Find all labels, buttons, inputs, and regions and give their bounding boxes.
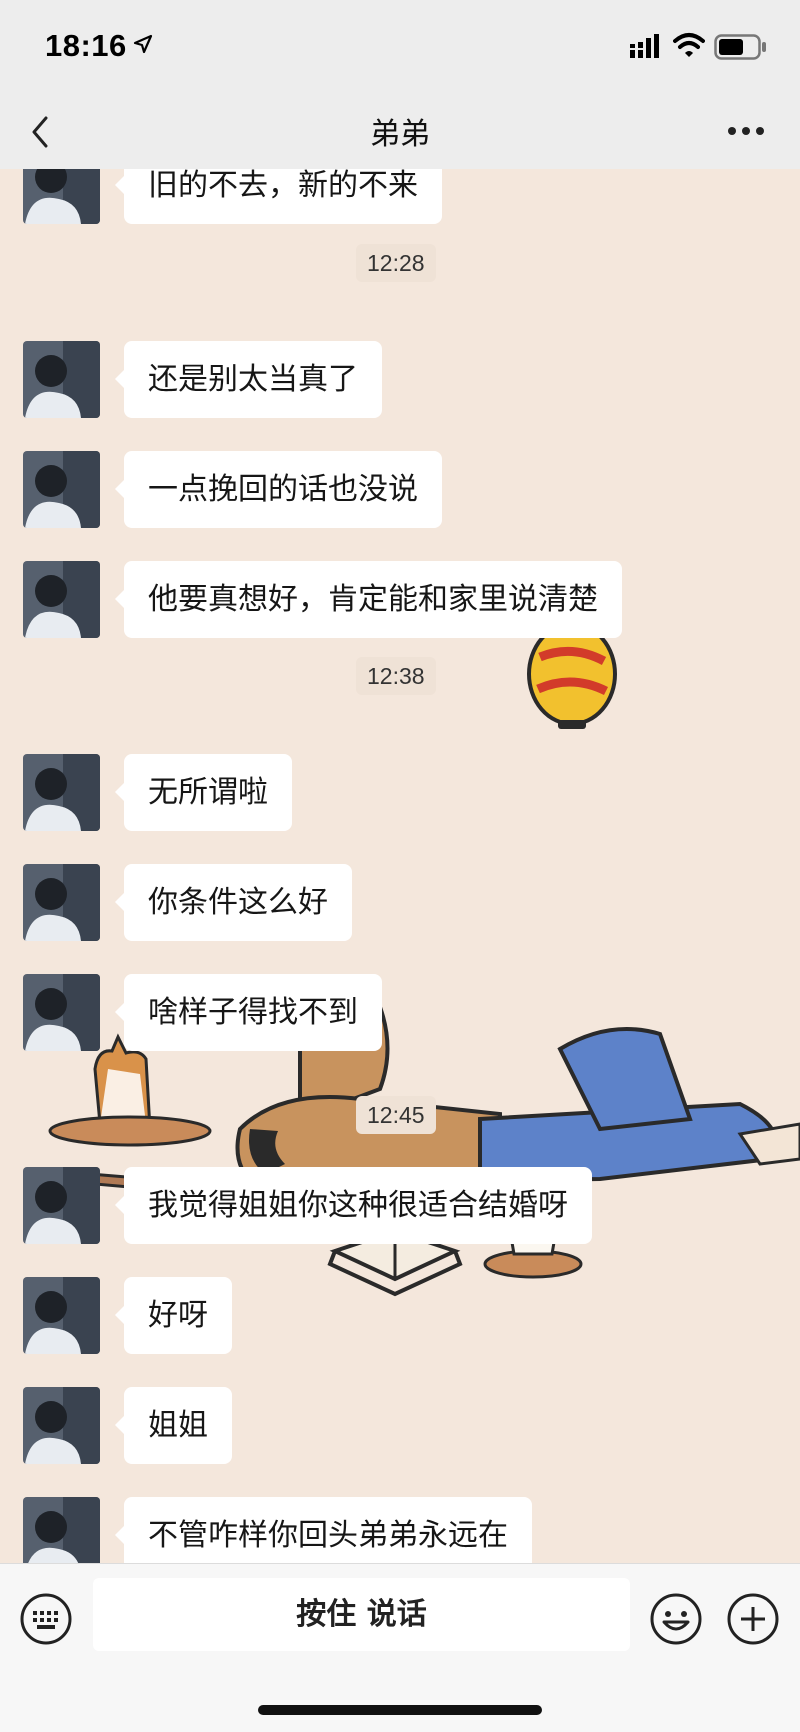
chat-timestamp: 12:38 [356, 657, 436, 695]
home-indicator [258, 1705, 542, 1715]
avatar[interactable] [23, 1387, 100, 1464]
avatar[interactable] [23, 451, 100, 528]
location-arrow-icon [133, 34, 153, 54]
chat-timestamp: 12:28 [356, 244, 436, 282]
message-bubble[interactable]: 你条件这么好 [115, 864, 352, 941]
wifi-icon [673, 33, 705, 57]
avatar[interactable] [23, 561, 100, 638]
message-bubble[interactable]: 还是别太当真了 [115, 341, 382, 418]
status-time: 18:16 [45, 28, 127, 63]
lantern-illustration [527, 622, 617, 729]
message-bubble[interactable]: 一点挽回的话也没说 [115, 451, 442, 528]
more-icon[interactable] [726, 125, 766, 137]
hold-to-talk-button[interactable]: 按住 说话 [93, 1578, 630, 1651]
message-bubble[interactable]: 不管咋样你回头弟弟永远在 [115, 1497, 532, 1563]
cellular-signal-icon [630, 34, 659, 58]
message-bubble[interactable]: 好呀 [115, 1277, 232, 1354]
chat-title: 弟弟 [370, 117, 430, 152]
keyboard-icon[interactable] [19, 1592, 73, 1646]
message-bubble[interactable]: 姐姐 [115, 1387, 232, 1464]
avatar[interactable] [23, 1277, 100, 1354]
emoji-icon[interactable] [649, 1592, 703, 1646]
avatar[interactable] [23, 169, 100, 224]
avatar[interactable] [23, 754, 100, 831]
message-bubble[interactable]: 旧的不去，新的不来 [115, 169, 442, 224]
avatar[interactable] [23, 341, 100, 418]
status-bar: 18:16 [0, 0, 800, 95]
battery-icon [714, 34, 766, 60]
chat-header: 弟弟 [0, 95, 800, 170]
cat-illustration [48, 1033, 212, 1147]
chat-timestamp: 12:45 [356, 1096, 436, 1134]
avatar[interactable] [23, 974, 100, 1051]
message-bubble[interactable]: 他要真想好，肯定能和家里说清楚 [115, 561, 622, 638]
avatar[interactable] [23, 864, 100, 941]
message-bubble[interactable]: 啥样子得找不到 [115, 974, 382, 1051]
avatar[interactable] [23, 1167, 100, 1244]
message-bubble[interactable]: 我觉得姐姐你这种很适合结婚呀 [115, 1167, 592, 1244]
message-bubble[interactable]: 无所谓啦 [115, 754, 292, 831]
chat-area[interactable]: 旧的不去，新的不来 12:28 还是别太当真了 一点挽回的话也没说 他要真想好，… [0, 169, 800, 1563]
plus-icon[interactable] [726, 1592, 780, 1646]
avatar[interactable] [23, 1497, 100, 1563]
chat-input-bar: 按住 说话 [0, 1563, 800, 1732]
